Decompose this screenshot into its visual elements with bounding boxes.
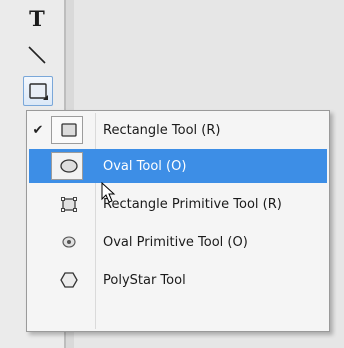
menu-item-polystar-tool[interactable]: PolyStar Tool (29, 263, 327, 297)
menu-item-rectangle-primitive-tool[interactable]: Rectangle Primitive Tool (R) (29, 187, 327, 221)
line-tool-button[interactable] (26, 44, 48, 66)
menu-item-label: Oval Primitive Tool (O) (103, 234, 248, 250)
polystar-icon (60, 272, 78, 288)
oval-primitive-icon (62, 236, 76, 248)
rectangle-tool-group-button[interactable] (23, 76, 53, 106)
menu-item-oval-primitive-tool[interactable]: Oval Primitive Tool (O) (29, 225, 327, 259)
mouse-pointer-icon (101, 182, 116, 203)
rectangle-icon (61, 123, 77, 137)
line-icon (28, 46, 46, 64)
menu-item-label: Rectangle Tool (R) (103, 122, 221, 138)
rectangle-primitive-icon (61, 197, 77, 212)
text-icon: T (29, 6, 45, 31)
menu-item-label: Oval Tool (O) (103, 158, 187, 174)
menu-item-rectangle-tool[interactable]: ✔ Rectangle Tool (R) (29, 113, 327, 147)
menu-item-label: PolyStar Tool (103, 272, 186, 288)
check-icon: ✔ (32, 122, 44, 138)
shape-tools-menu: ✔ Rectangle Tool (R) Oval Tool (O) Recta… (26, 110, 330, 332)
menu-item-oval-tool[interactable]: Oval Tool (O) (29, 149, 327, 183)
text-tool-button[interactable]: T (26, 6, 48, 32)
menu-item-label: Rectangle Primitive Tool (R) (103, 196, 282, 212)
oval-icon (60, 159, 78, 173)
rectangle-tool-group-icon (29, 83, 48, 100)
